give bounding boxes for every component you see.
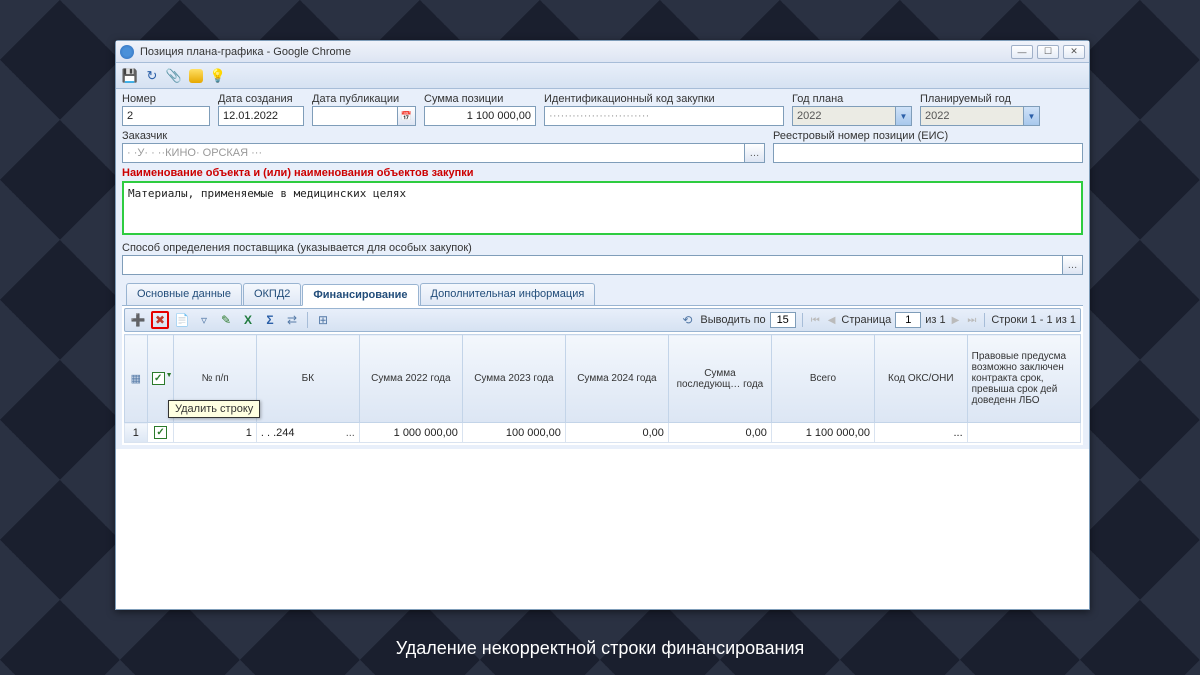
tab-financing[interactable]: Финансирование [302,284,418,306]
object-section-label: Наименование объекта и (или) наименовани… [122,167,1083,179]
col-sum-next[interactable]: Сумма последующ… года [668,335,771,423]
customer-label: Заказчик [122,130,765,142]
cell-sum-next: 0,00 [668,423,771,443]
financing-grid: ▦ ▼ № п/п БК Сумма 2022 года Сумма 2023 … [124,334,1081,443]
pager: ⟲ Выводить по ⏮ ◀ Страница из 1 ▶ ⏭ Стро… [678,311,1076,329]
col-total[interactable]: Всего [771,335,874,423]
create-date-input[interactable] [218,106,304,126]
exchange-icon[interactable]: ⇄ [283,311,301,329]
pub-date-input[interactable] [312,106,398,126]
customer-input[interactable] [122,143,745,163]
cell-total: 1 100 000,00 [771,423,874,443]
output-input[interactable] [770,312,796,328]
cell-sum2024: 0,00 [565,423,668,443]
close-button[interactable]: ✕ [1063,45,1085,59]
chevron-down-icon[interactable]: ▼ [896,106,912,126]
settings-icon[interactable]: ⊞ [314,311,332,329]
object-textarea[interactable] [122,181,1083,235]
ik-input[interactable] [544,106,784,126]
planned-year-label: Планируемый год [920,93,1040,105]
number-input[interactable] [122,106,210,126]
app-icon [120,45,134,59]
output-label: Выводить по [700,314,765,326]
edit-icon[interactable]: ✎ [217,311,235,329]
page-input[interactable] [895,312,921,328]
form-area: Номер Дата создания Дата публикации 📅 Су… [116,89,1089,449]
cell-sum2023: 100 000,00 [462,423,565,443]
tab-additional[interactable]: Дополнительная информация [420,283,596,305]
slide-caption: Удаление некорректной строки финансирова… [0,638,1200,659]
col-legal[interactable]: Правовые предусма возможно заключен конт… [967,335,1080,423]
toolbar-separator [307,312,308,328]
ik-label: Идентификационный код закупки [544,93,784,105]
tab-main-data[interactable]: Основные данные [126,283,242,305]
plan-year-label: Год плана [792,93,912,105]
chevron-down-icon[interactable]: ▼ [1024,106,1040,126]
create-date-label: Дата создания [218,93,304,105]
excel-icon[interactable]: X [239,311,257,329]
copy-icon[interactable]: 📄 [173,311,191,329]
sum-label: Сумма позиции [424,93,536,105]
pub-date-label: Дата публикации [312,93,416,105]
eis-label: Реестровый номер позиции (ЕИС) [773,130,1083,142]
titlebar: Позиция плана-графика - Google Chrome — … [116,41,1089,63]
col-sum2024[interactable]: Сумма 2024 года [565,335,668,423]
first-page-icon[interactable]: ⏮ [809,315,822,326]
tab-okpd2[interactable]: ОКПД2 [243,283,301,305]
ellipsis-icon[interactable]: … [1063,255,1083,275]
cell-legal [967,423,1080,443]
supplier-input[interactable] [122,255,1063,275]
save-icon[interactable]: 💾 [122,68,138,84]
page-label: Страница [841,314,891,326]
delete-row-icon[interactable]: ✖ [151,311,169,329]
rows-label: Строки 1 - 1 из 1 [991,314,1076,326]
col-oks[interactable]: Код ОКС/ОНИ [874,335,967,423]
maximize-button[interactable]: ☐ [1037,45,1059,59]
delete-row-tooltip: Удалить строку [168,400,260,418]
filter-icon[interactable]: ▿ [195,311,213,329]
tab-content: ➕ ✖ 📄 ▿ ✎ X Σ ⇄ ⊞ ⟲ Выводить по ⏮ ◀ Стра… [122,306,1083,445]
prev-page-icon[interactable]: ◀ [826,315,838,326]
window-controls: — ☐ ✕ [1011,45,1085,59]
supplier-label: Способ определения поставщика (указывает… [122,242,1083,254]
planned-year-select[interactable] [920,106,1024,126]
sum-input[interactable] [424,106,536,126]
table-row[interactable]: 1 1 . . .244 ... 1 000 000,00 100 000,00… [125,423,1081,443]
calendar-icon[interactable]: 📅 [398,106,416,126]
minimize-button[interactable]: — [1011,45,1033,59]
cell-bk: . . .244 ... [256,423,359,443]
eis-input[interactable] [773,143,1083,163]
col-bk[interactable]: БК [256,335,359,423]
col-sum2023[interactable]: Сумма 2023 года [462,335,565,423]
sum-icon[interactable]: Σ [261,311,279,329]
plan-year-select[interactable] [792,106,896,126]
window-title: Позиция плана-графика - Google Chrome [140,46,1011,58]
tab-strip: Основные данные ОКПД2 Финансирование Доп… [122,281,1083,306]
ellipsis-icon[interactable]: … [745,143,765,163]
cell-oks: ... [874,423,967,443]
page-of-label: из 1 [925,314,945,326]
cell-sum2022: 1 000 000,00 [359,423,462,443]
grid-toolbar: ➕ ✖ 📄 ▿ ✎ X Σ ⇄ ⊞ ⟲ Выводить по ⏮ ◀ Стра… [124,308,1081,332]
main-toolbar: 💾 ↻ 📎 💡 [116,63,1089,89]
attach-icon[interactable]: 📎 [166,68,182,84]
refresh-icon[interactable]: ↻ [144,68,160,84]
app-window: Позиция плана-графика - Google Chrome — … [115,40,1090,610]
rownum-header[interactable]: ▦ [125,335,148,423]
help-icon[interactable]: 💡 [210,68,226,84]
pager-refresh-icon[interactable]: ⟲ [678,311,696,329]
add-row-icon[interactable]: ➕ [129,311,147,329]
database-icon[interactable] [188,68,204,84]
last-page-icon[interactable]: ⏭ [965,315,978,326]
checkbox-cell[interactable] [147,423,174,443]
next-page-icon[interactable]: ▶ [950,315,962,326]
col-sum2022[interactable]: Сумма 2022 года [359,335,462,423]
cell-npp: 1 [174,423,256,443]
rownum-cell: 1 [125,423,148,443]
number-label: Номер [122,93,210,105]
